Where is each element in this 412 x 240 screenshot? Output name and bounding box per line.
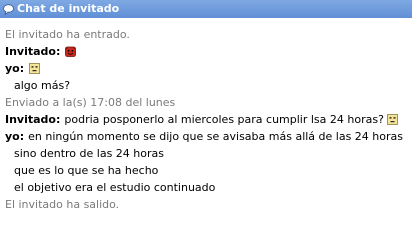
message-line: que es lo que se ha hecho [5, 162, 409, 179]
sender-label: Invitado: [5, 113, 61, 126]
sender-label: yo: [5, 130, 25, 143]
sender-label: yo: [5, 62, 25, 75]
system-message-text: El invitado ha salido. [5, 198, 120, 211]
message-line: yo: [5, 60, 409, 77]
message-text: sino dentro de las 24 horas [14, 147, 164, 160]
system-message: El invitado ha entrado. [5, 26, 409, 43]
message-line: yo: en ningún momento se dijo que se avi… [5, 128, 409, 145]
speech-bubble-icon [3, 3, 14, 15]
chat-window: Chat de invitado El invitado ha entrado.… [0, 0, 412, 223]
message-text: que es lo que se ha hecho [14, 164, 159, 177]
message-line: Invitado: podria posponerlo al miercoles… [5, 111, 409, 128]
message-line: el objetivo era el estudio continuado [5, 179, 409, 196]
system-message: El invitado ha salido. [5, 196, 409, 213]
message-text: el objetivo era el estudio continuado [14, 181, 216, 194]
message-text: algo más? [14, 79, 71, 92]
yellow-face-avatar-icon [29, 63, 41, 74]
window-title: Chat de invitado [17, 2, 120, 15]
sender-label: Invitado: [5, 45, 61, 58]
message-text: podria posponerlo al miercoles para cump… [64, 113, 384, 126]
yellow-face-avatar-icon [387, 114, 398, 125]
sent-timestamp: Enviado a la(s) 17:08 del lunes [5, 96, 176, 109]
chat-log: El invitado ha entrado. Invitado: yo: al… [5, 26, 409, 213]
message-text: en ningún momento se dijo que se avisaba… [28, 130, 403, 143]
title-bar: Chat de invitado [0, 0, 412, 18]
message-line: Invitado: [5, 43, 409, 60]
message-line: sino dentro de las 24 horas [5, 145, 409, 162]
system-message-text: El invitado ha entrado. [5, 28, 130, 41]
red-devil-avatar-icon [65, 46, 77, 57]
message-line: algo más? [5, 77, 409, 94]
system-message: Enviado a la(s) 17:08 del lunes [5, 94, 409, 111]
